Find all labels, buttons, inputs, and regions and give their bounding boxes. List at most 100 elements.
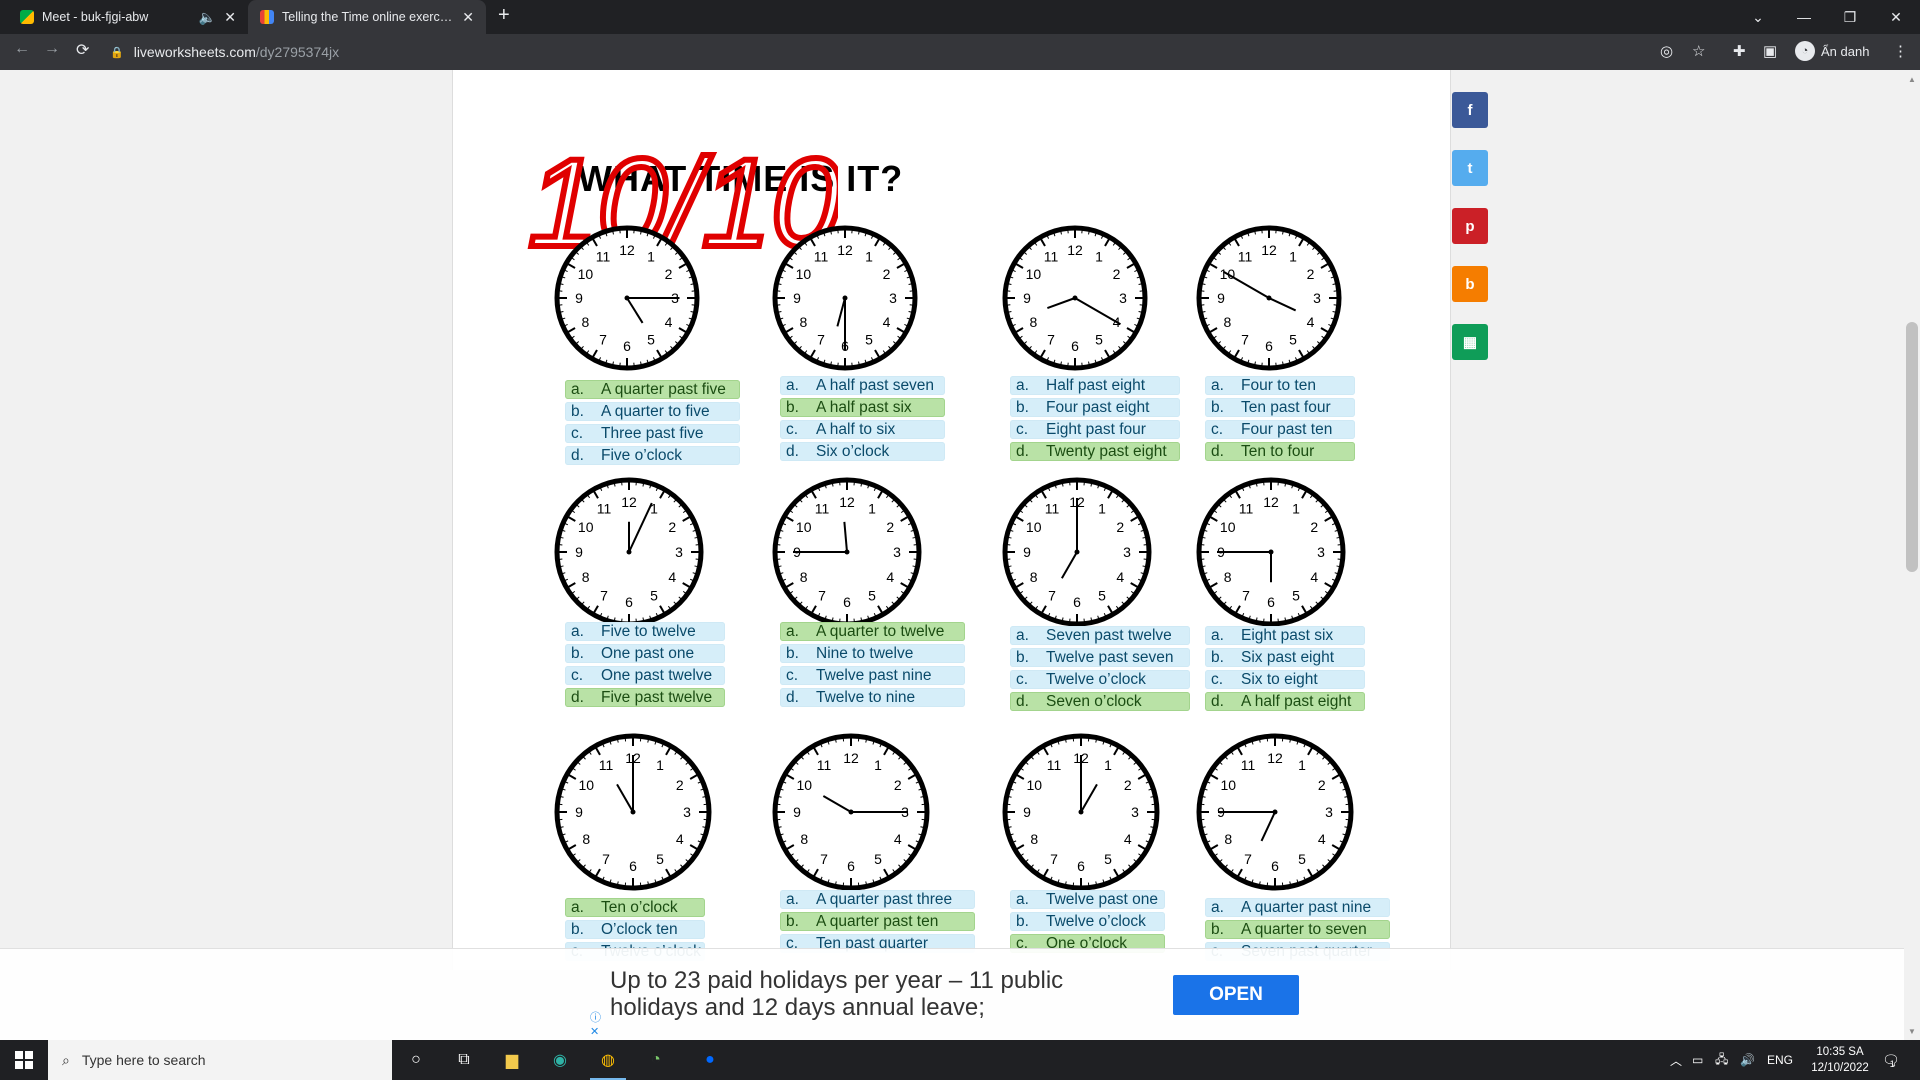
option-letter: c.: [571, 424, 584, 442]
bookmark-star-icon[interactable]: ☆: [1692, 42, 1705, 60]
back-icon[interactable]: ←: [14, 40, 30, 58]
answer-option[interactable]: d. A half past eight: [1205, 692, 1365, 711]
answer-option[interactable]: c. One past twelve: [565, 666, 725, 685]
incognito-profile[interactable]: ◔ Ẩn danh: [1795, 41, 1869, 61]
address-bar[interactable]: 🔒 liveworksheets.com/dy2795374jx: [110, 38, 1690, 66]
answer-option[interactable]: a. A quarter past three: [780, 890, 975, 909]
cortana-icon[interactable]: ○: [392, 1040, 440, 1080]
answer-option[interactable]: b. Nine to twelve: [780, 644, 965, 663]
answer-option[interactable]: a. Four to ten: [1205, 376, 1355, 395]
answer-option[interactable]: a. A half past seven: [780, 376, 945, 395]
answer-option[interactable]: d. Twenty past eight: [1010, 442, 1180, 461]
answer-option[interactable]: a. A quarter past nine: [1205, 898, 1390, 917]
pinterest-icon[interactable]: p: [1452, 208, 1488, 244]
scroll-up-arrow[interactable]: ▲: [1904, 72, 1920, 86]
clock-numeral: 9: [575, 290, 583, 306]
tab-search-icon[interactable]: ⌄: [1735, 0, 1781, 34]
answer-option[interactable]: b. Four past eight: [1010, 398, 1180, 417]
reload-icon[interactable]: ⟳: [76, 40, 89, 60]
twitter-icon[interactable]: t: [1452, 150, 1488, 186]
answer-option[interactable]: b. O’clock ten: [565, 920, 705, 939]
answer-option[interactable]: b. Twelve o’clock: [1010, 912, 1165, 931]
side-panel-icon[interactable]: ▣: [1763, 42, 1777, 60]
answer-option[interactable]: b. Twelve past seven: [1010, 648, 1190, 667]
zalo-icon[interactable]: ●: [686, 1040, 734, 1080]
option-letter: a.: [1211, 376, 1224, 394]
answer-option[interactable]: b. One past one: [565, 644, 725, 663]
answer-option[interactable]: d. Twelve to nine: [780, 688, 965, 707]
answer-option[interactable]: b. A half past six: [780, 398, 945, 417]
windows-start-button[interactable]: [0, 1040, 48, 1080]
tab-worksheet[interactable]: Telling the Time online exercise for ✕: [248, 0, 486, 34]
clock-numeral: 8: [800, 831, 808, 847]
volume-icon[interactable]: 🔊: [1740, 1040, 1755, 1080]
answer-option[interactable]: d. Five past twelve: [565, 688, 725, 707]
clock-numeral: 1: [1289, 248, 1297, 264]
file-explorer-icon[interactable]: ▆: [488, 1040, 536, 1080]
new-tab-button[interactable]: +: [498, 4, 510, 27]
facebook-icon[interactable]: f: [1452, 92, 1488, 128]
answer-option[interactable]: a. Five to twelve: [565, 622, 725, 641]
blogger-icon[interactable]: b: [1452, 266, 1488, 302]
option-text: A quarter past ten: [816, 912, 939, 930]
clock-tick: [1060, 231, 1062, 235]
restore-button[interactable]: ❐: [1827, 0, 1873, 34]
meet-tray-icon[interactable]: ▭: [1692, 1040, 1703, 1080]
answer-option[interactable]: a. Eight past six: [1205, 626, 1365, 645]
ad-info-icon[interactable]: ⓘ ✕: [590, 1009, 601, 1038]
tracking-protection-icon[interactable]: ◎: [1660, 42, 1673, 60]
close-tab-icon[interactable]: ✕: [462, 9, 474, 26]
menu-kebab-icon[interactable]: ⋮: [1893, 42, 1908, 60]
task-view-icon[interactable]: ⧉: [440, 1040, 488, 1080]
taskbar-clock[interactable]: 10:35 SA 12/10/2022: [1800, 1044, 1880, 1076]
close-window-button[interactable]: ✕: [1873, 0, 1919, 34]
tab-meet[interactable]: Meet - buk-fjgi-abw 🔈 ✕: [8, 0, 248, 34]
answer-option[interactable]: a. Ten o’clock: [565, 898, 705, 917]
answer-option[interactable]: a. Twelve past one: [1010, 890, 1165, 909]
edge-icon[interactable]: ◉: [536, 1040, 584, 1080]
answer-option[interactable]: c. Four past ten: [1205, 420, 1355, 439]
minimize-button[interactable]: —: [1781, 0, 1827, 34]
answer-option[interactable]: c. Six to eight: [1205, 670, 1365, 689]
answer-option[interactable]: b. A quarter to five: [565, 402, 740, 421]
speaker-icon[interactable]: 🔈: [199, 9, 216, 26]
answer-option[interactable]: c. Twelve past nine: [780, 666, 965, 685]
answer-option[interactable]: d. Ten to four: [1205, 442, 1355, 461]
answer-option[interactable]: c. Eight past four: [1010, 420, 1180, 439]
answer-option[interactable]: a. Half past eight: [1010, 376, 1180, 395]
answer-option[interactable]: d. Six o’clock: [780, 442, 945, 461]
answer-option[interactable]: c. Twelve o’clock: [1010, 670, 1190, 689]
chrome-icon[interactable]: ◍: [584, 1040, 632, 1080]
network-icon[interactable]: 🖧: [1715, 1040, 1728, 1080]
clock-face-1: 123456789101112: [554, 225, 700, 371]
ad-open-button[interactable]: OPEN: [1173, 975, 1299, 1015]
answer-option[interactable]: a. Seven past twelve: [1010, 626, 1190, 645]
answer-option[interactable]: b. Ten past four: [1205, 398, 1355, 417]
option-letter: a.: [571, 380, 584, 398]
clock-numeral: 10: [1026, 777, 1042, 793]
forward-icon[interactable]: →: [44, 40, 60, 58]
clock-numeral: 4: [676, 831, 684, 847]
classroom-icon[interactable]: ▦: [1452, 324, 1488, 360]
scrollbar-thumb[interactable]: [1906, 322, 1918, 572]
answer-option[interactable]: b. A quarter past ten: [780, 912, 975, 931]
app-icon[interactable]: ◔: [632, 1040, 680, 1080]
notification-icon[interactable]: 🗨 1: [1882, 1040, 1900, 1080]
extensions-icon[interactable]: ✚: [1733, 42, 1746, 60]
language-indicator[interactable]: ENG: [1767, 1040, 1793, 1080]
close-tab-icon[interactable]: ✕: [224, 9, 236, 26]
clock-center: [1266, 295, 1272, 301]
answer-option[interactable]: d. Five o’clock: [565, 446, 740, 465]
answer-option[interactable]: c. Three past five: [565, 424, 740, 443]
answer-option[interactable]: d. Seven o’clock: [1010, 692, 1190, 711]
scroll-down-arrow[interactable]: ▼: [1904, 1024, 1920, 1038]
answer-option[interactable]: c. A half to six: [780, 420, 945, 439]
answer-option[interactable]: b. Six past eight: [1205, 648, 1365, 667]
answer-option[interactable]: a. A quarter past five: [565, 380, 740, 399]
option-letter: a.: [1211, 898, 1224, 916]
tray-chevron-icon[interactable]: ︿: [1670, 1040, 1682, 1080]
taskbar-search-box[interactable]: ⌕ Type here to search: [48, 1040, 392, 1080]
answer-option[interactable]: b. A quarter to seven: [1205, 920, 1390, 939]
clock-tick: [560, 796, 564, 798]
answer-option[interactable]: a. A quarter to twelve: [780, 622, 965, 641]
